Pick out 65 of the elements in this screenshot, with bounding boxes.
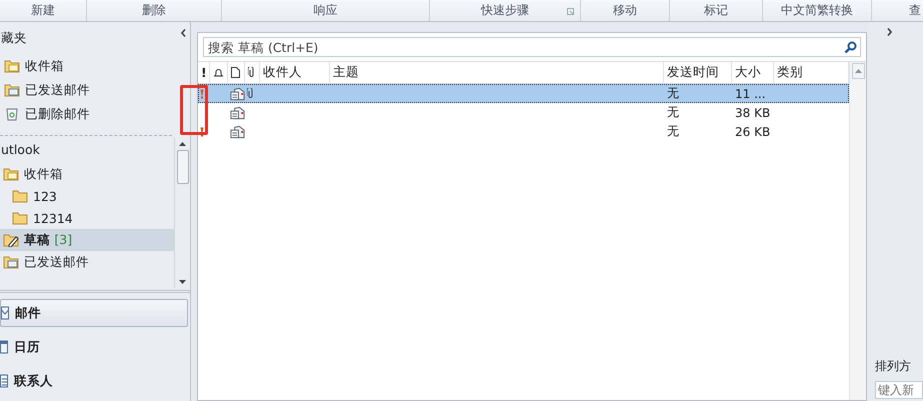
ribbon-group-label: 响应 <box>314 2 338 19</box>
ribbon-group-label: 标记 <box>704 2 728 19</box>
ribbon-group-label: 删除 <box>142 2 166 19</box>
scrollbar[interactable] <box>174 138 190 288</box>
table-cell-text: 38 KB <box>734 104 772 122</box>
column-header[interactable]: ! <box>198 62 210 83</box>
folder-item[interactable]: 123 <box>0 185 174 207</box>
folder-icon <box>3 255 19 269</box>
ribbon-group-label: 查 <box>909 2 921 19</box>
search-field[interactable]: 搜索 草稿 (Ctrl+E) <box>203 37 861 57</box>
search-icon[interactable] <box>844 41 857 54</box>
collapse-icon[interactable] <box>181 29 186 37</box>
column-header[interactable]: 发送时间 <box>664 62 732 83</box>
scroll-up-icon[interactable] <box>179 142 186 146</box>
scroll-thumb[interactable] <box>176 150 188 184</box>
sort-label: 排列方 <box>875 358 911 375</box>
folder-icon <box>12 189 28 203</box>
expand-icon[interactable] <box>887 28 892 36</box>
folder-item[interactable]: 已发送邮件 <box>25 82 90 98</box>
folder-item[interactable]: 已发送邮件 <box>0 251 174 273</box>
importance-icon <box>200 88 204 98</box>
message-row[interactable]: 无 11 ... <box>198 84 849 103</box>
column-header[interactable]: 主题 <box>330 62 664 83</box>
ribbon-group-label: 中文简繁转换 <box>781 2 853 19</box>
ribbon-group-label: 快速步骤 <box>481 2 529 19</box>
envelope-document-icon <box>230 106 245 120</box>
pencil-folder-icon <box>3 233 19 247</box>
nav-button[interactable]: 邮件 <box>0 299 188 327</box>
envelope-icon <box>1 305 9 321</box>
table-cell-text: 11 ... <box>734 86 767 102</box>
folder-icon <box>3 167 19 181</box>
column-header[interactable]: 大小 <box>732 62 774 83</box>
folder-item[interactable]: 草稿 [3] <box>0 229 174 251</box>
scroll-down-icon[interactable] <box>179 280 186 284</box>
folder-icon <box>12 211 28 225</box>
folder-icon <box>4 83 20 97</box>
table-cell-text: 无 <box>666 123 680 140</box>
trash-icon <box>4 107 20 121</box>
folder-item[interactable]: 收件箱 <box>0 163 174 185</box>
nav-button[interactable]: 联系人 <box>0 367 188 395</box>
bell-icon[interactable] <box>213 67 224 78</box>
paperclip-icon <box>247 88 254 99</box>
ribbon-group-label: 移动 <box>613 2 637 19</box>
input-field[interactable]: 键入新 <box>875 381 923 399</box>
importance-icon <box>200 126 204 136</box>
table-cell-text: 无 <box>666 85 680 102</box>
folder-icon <box>4 59 20 73</box>
column-header[interactable]: 收件人 <box>260 62 330 83</box>
envelope-document-icon <box>230 86 245 100</box>
section-title: 藏夹 <box>1 30 27 46</box>
scrollbar[interactable] <box>849 62 866 400</box>
paperclip-icon[interactable] <box>248 67 255 78</box>
nav-button[interactable]: 日历 <box>0 333 188 361</box>
folder-item[interactable]: 收件箱 <box>25 58 64 74</box>
section-title: utlook <box>1 141 41 159</box>
folder-item[interactable]: 已删除邮件 <box>25 106 90 122</box>
table-cell-text: 无 <box>666 104 680 121</box>
message-row[interactable]: 无 26 KB <box>198 122 849 141</box>
highlight-frame <box>180 85 208 135</box>
message-row[interactable]: 无 38 KB <box>198 103 849 122</box>
folder-item[interactable]: 12314 <box>0 207 174 229</box>
document-icon[interactable] <box>231 67 240 78</box>
ribbon-group-label: 新建 <box>31 2 55 19</box>
envelope-document-icon <box>230 124 245 138</box>
table-cell-text: 26 KB <box>734 124 772 140</box>
